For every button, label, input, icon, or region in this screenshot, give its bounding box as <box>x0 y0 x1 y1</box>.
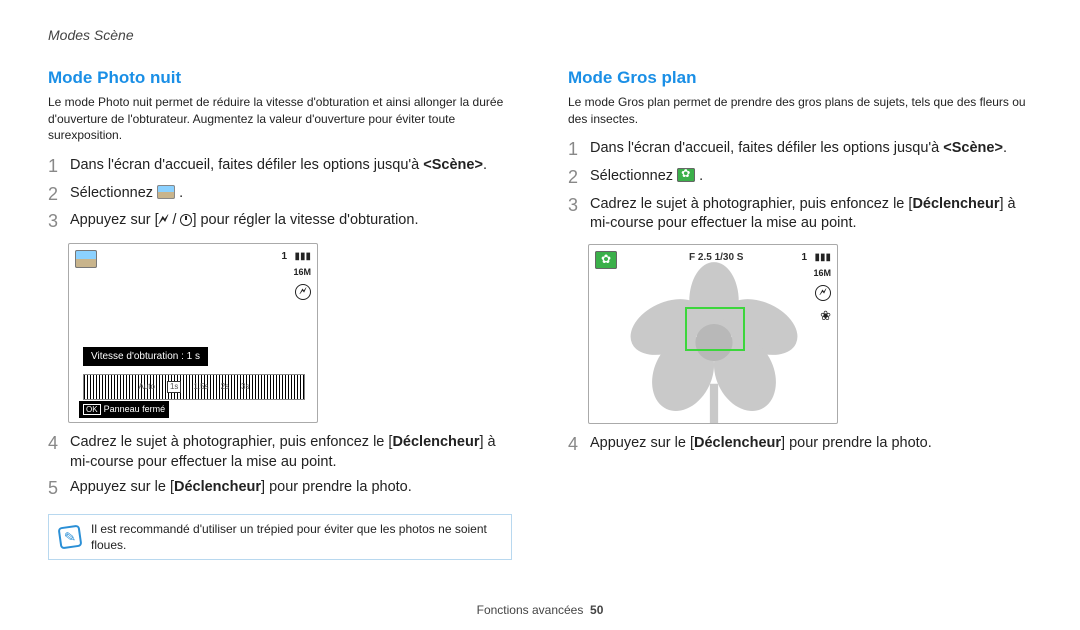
flash-indicator-icon: 🗲 <box>815 285 831 301</box>
intro-night: Le mode Photo nuit permet de réduire la … <box>48 94 512 144</box>
flash-indicator-icon: 🗲 <box>295 284 311 300</box>
note: ✎ Il est recommandé d'utiliser un trépie… <box>48 514 512 560</box>
flash-icon: 🗲 <box>159 212 169 228</box>
frame-count: 1 <box>801 251 807 265</box>
night-step-2: 2 Sélectionnez . <box>48 184 512 206</box>
note-icon: ✎ <box>58 524 83 549</box>
columns: Mode Photo nuit Le mode Photo nuit perme… <box>48 67 1032 560</box>
note-text: Il est recommandé d'utiliser un trépied … <box>91 521 501 553</box>
night-step-3: 3 Appuyez sur [🗲 / ] pour régler la vite… <box>48 211 512 233</box>
col-closeup: Mode Gros plan Le mode Gros plan permet … <box>568 67 1032 560</box>
title-closeup: Mode Gros plan <box>568 67 1032 90</box>
night-step-5: 5 Appuyez sur le [Déclencheur] pour pren… <box>48 478 512 500</box>
close-step-1: 1 Dans l'écran d'accueil, faites défiler… <box>568 139 1032 161</box>
mode-mountain-icon <box>75 250 97 268</box>
night-step-4: 4 Cadrez le sujet à photographier, puis … <box>48 433 512 472</box>
battery-icon: ▮▮▮ <box>294 250 311 264</box>
preview-closeup: F 2.5 1/30 S 1 ▮▮▮ 16M 🗲 ❀ <box>588 244 838 424</box>
title-night: Mode Photo nuit <box>48 67 512 90</box>
footer: Fonctions avancées 50 <box>0 602 1080 618</box>
col-night: Mode Photo nuit Le mode Photo nuit perme… <box>48 67 512 560</box>
shutter-ruler: Auto 1s 1.5s 2s 3s <box>83 374 305 400</box>
mountain-icon <box>157 185 175 199</box>
close-step-2: 2 Sélectionnez . <box>568 167 1032 189</box>
frame-count: 1 <box>281 250 287 264</box>
flower-icon <box>677 168 695 182</box>
shutter-label: Vitesse d'obturation : 1 s <box>83 347 208 367</box>
image-size: 16M <box>813 267 831 279</box>
step-number: 1 <box>48 156 66 178</box>
breadcrumb: Modes Scène <box>48 26 1032 45</box>
timer-icon <box>180 214 192 226</box>
night-step-1: 1 Dans l'écran d'accueil, faites défiler… <box>48 156 512 178</box>
battery-icon: ▮▮▮ <box>814 251 831 265</box>
focus-box <box>685 307 745 351</box>
intro-closeup: Le mode Gros plan permet de prendre des … <box>568 94 1032 128</box>
close-step-3: 3 Cadrez le sujet à photographier, puis … <box>568 195 1032 234</box>
close-step-4: 4 Appuyez sur le [Déclencheur] pour pren… <box>568 434 1032 456</box>
image-size: 16M <box>293 266 311 278</box>
panel-close-label: OKPanneau fermé <box>79 401 169 418</box>
mode-flower-icon <box>595 251 617 269</box>
fstop-label: F 2.5 1/30 S <box>689 251 743 265</box>
macro-icon: ❀ <box>820 307 831 325</box>
preview-night: 1 ▮▮▮ 16M 🗲 Vitesse d'obturation : 1 s A… <box>68 243 318 423</box>
